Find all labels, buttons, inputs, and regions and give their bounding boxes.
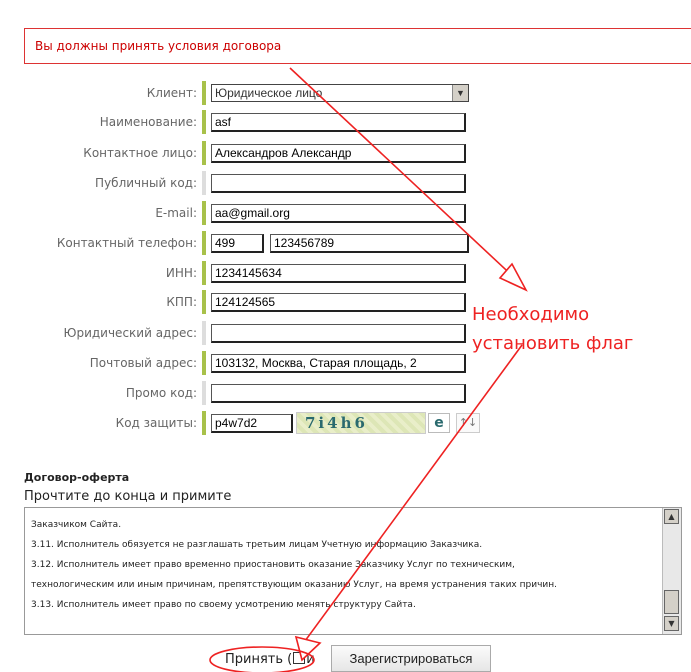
arrow-head-to-checkbox [294, 635, 322, 662]
annotation-overlay [209, 67, 528, 672]
checkbox-highlight-ellipse [209, 646, 315, 672]
arrow-to-checkbox [304, 344, 523, 642]
arrow-to-note [289, 67, 521, 284]
